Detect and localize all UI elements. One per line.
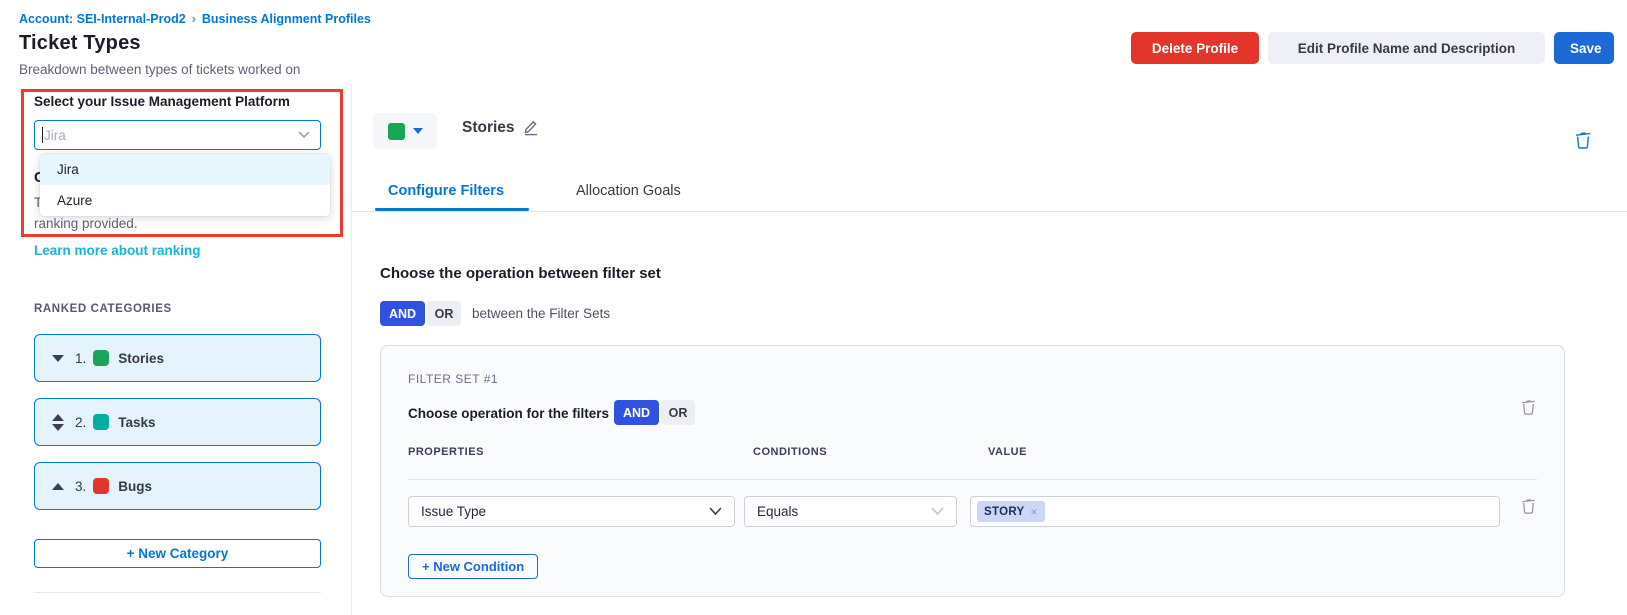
dropdown-option-jira[interactable]: Jira xyxy=(40,154,330,185)
header-actions: Delete Profile Edit Profile Name and Des… xyxy=(1131,32,1614,64)
category-rank: 2. xyxy=(75,415,86,430)
ranked-categories-label: RANKED CATEGORIES xyxy=(34,303,172,315)
text-cursor xyxy=(42,127,43,143)
sidebar: Select your Issue Management Platform Ji… xyxy=(0,85,352,615)
column-header-value: VALUE xyxy=(988,446,1027,458)
value-multiselect-input[interactable]: STORY × xyxy=(970,496,1500,527)
sidebar-divider xyxy=(34,592,321,593)
and-toggle-option[interactable]: AND xyxy=(614,400,659,425)
operation-caption: between the Filter Sets xyxy=(472,306,610,321)
category-title: Stories xyxy=(462,119,515,137)
chevron-down-icon xyxy=(709,507,722,516)
delete-profile-button[interactable]: Delete Profile xyxy=(1131,32,1259,64)
property-select-value: Issue Type xyxy=(421,504,486,519)
filter-operation-label: Choose operation for the filters xyxy=(408,406,609,421)
caret-down-icon xyxy=(413,128,423,134)
operation-heading: Choose the operation between filter set xyxy=(380,265,661,282)
move-up-down-icon[interactable] xyxy=(49,414,67,431)
edit-profile-button[interactable]: Edit Profile Name and Description xyxy=(1268,32,1545,64)
tabs-divider xyxy=(352,211,1627,212)
color-swatch xyxy=(388,123,405,140)
platform-dropdown-menu: Jira Azure xyxy=(40,154,330,216)
filter-sets-and-or-toggle: AND OR xyxy=(380,301,461,326)
tab-configure-filters[interactable]: Configure Filters xyxy=(388,183,504,199)
save-button[interactable]: Save xyxy=(1554,32,1614,64)
edit-pencil-icon[interactable] xyxy=(522,118,540,141)
new-condition-button[interactable]: + New Condition xyxy=(408,554,538,579)
breadcrumb: Account: SEI-Internal-Prod2 › Business Ali… xyxy=(19,12,371,26)
dropdown-option-azure[interactable]: Azure xyxy=(40,185,330,216)
chevron-down-icon xyxy=(931,507,944,516)
move-up-icon[interactable] xyxy=(49,483,67,490)
category-rank: 1. xyxy=(75,351,86,366)
category-name: Bugs xyxy=(118,479,152,494)
tag-remove-icon[interactable]: × xyxy=(1030,505,1037,519)
and-toggle-option[interactable]: AND xyxy=(380,301,425,326)
ranking-provided-text: ranking provided. xyxy=(34,216,138,231)
category-name: Tasks xyxy=(118,415,155,430)
chevron-down-icon xyxy=(298,131,310,139)
or-toggle-option[interactable]: OR xyxy=(427,301,461,326)
header-divider xyxy=(408,479,1537,480)
delete-category-trash-icon[interactable] xyxy=(1575,131,1591,154)
filters-and-or-toggle: AND OR xyxy=(614,400,695,425)
category-rank: 3. xyxy=(75,479,86,494)
new-category-button[interactable]: + New Category xyxy=(34,539,321,568)
platform-input-placeholder: Jira xyxy=(44,128,298,143)
column-header-properties: PROPERTIES xyxy=(408,446,484,458)
page: Account: SEI-Internal-Prod2 › Business Ali… xyxy=(0,0,1627,615)
filter-set-title: FILTER SET #1 xyxy=(408,372,498,386)
category-card-bugs[interactable]: 3. Bugs xyxy=(34,462,321,510)
value-tag-label: STORY xyxy=(984,506,1024,518)
delete-condition-trash-icon[interactable] xyxy=(1521,498,1536,519)
column-header-conditions: CONDITIONS xyxy=(753,446,827,458)
value-tag: STORY × xyxy=(977,501,1045,522)
property-select[interactable]: Issue Type xyxy=(408,496,735,527)
category-name: Stories xyxy=(118,351,164,366)
category-color-picker[interactable] xyxy=(373,113,437,149)
tab-allocation-goals[interactable]: Allocation Goals xyxy=(576,183,681,199)
breadcrumb-account-link[interactable]: Account: SEI-Internal-Prod2 xyxy=(19,12,186,26)
condition-select-value: Equals xyxy=(757,504,798,519)
or-toggle-option[interactable]: OR xyxy=(661,400,695,425)
category-color-dot xyxy=(93,414,109,430)
category-card-tasks[interactable]: 2. Tasks xyxy=(34,398,321,446)
category-color-dot xyxy=(93,478,109,494)
page-title: Ticket Types xyxy=(19,32,141,55)
move-down-icon[interactable] xyxy=(49,355,67,362)
main-content: Stories Configure Filters Allocation Goa… xyxy=(352,85,1627,615)
delete-filter-set-trash-icon[interactable] xyxy=(1521,399,1536,420)
learn-more-ranking-link[interactable]: Learn more about ranking xyxy=(34,243,201,258)
platform-select-label: Select your Issue Management Platform xyxy=(34,94,290,109)
filter-set-panel: FILTER SET #1 Choose operation for the f… xyxy=(380,345,1565,597)
category-card-stories[interactable]: 1. Stories xyxy=(34,334,321,382)
page-subtitle: Breakdown between types of tickets worke… xyxy=(19,62,300,77)
platform-select-input[interactable]: Jira xyxy=(34,120,321,150)
breadcrumb-separator-icon: › xyxy=(192,12,196,26)
breadcrumb-section-link[interactable]: Business Alignment Profiles xyxy=(202,12,371,26)
category-color-dot xyxy=(93,350,109,366)
condition-select[interactable]: Equals xyxy=(744,496,957,527)
